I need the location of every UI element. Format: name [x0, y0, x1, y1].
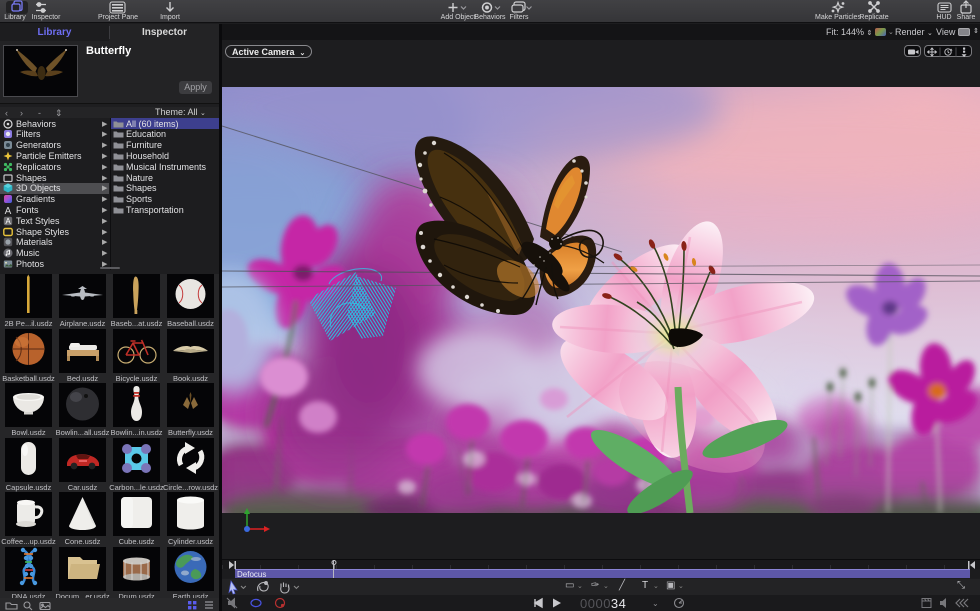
- svg-text:A: A: [5, 206, 12, 215]
- svg-text:A: A: [5, 217, 11, 226]
